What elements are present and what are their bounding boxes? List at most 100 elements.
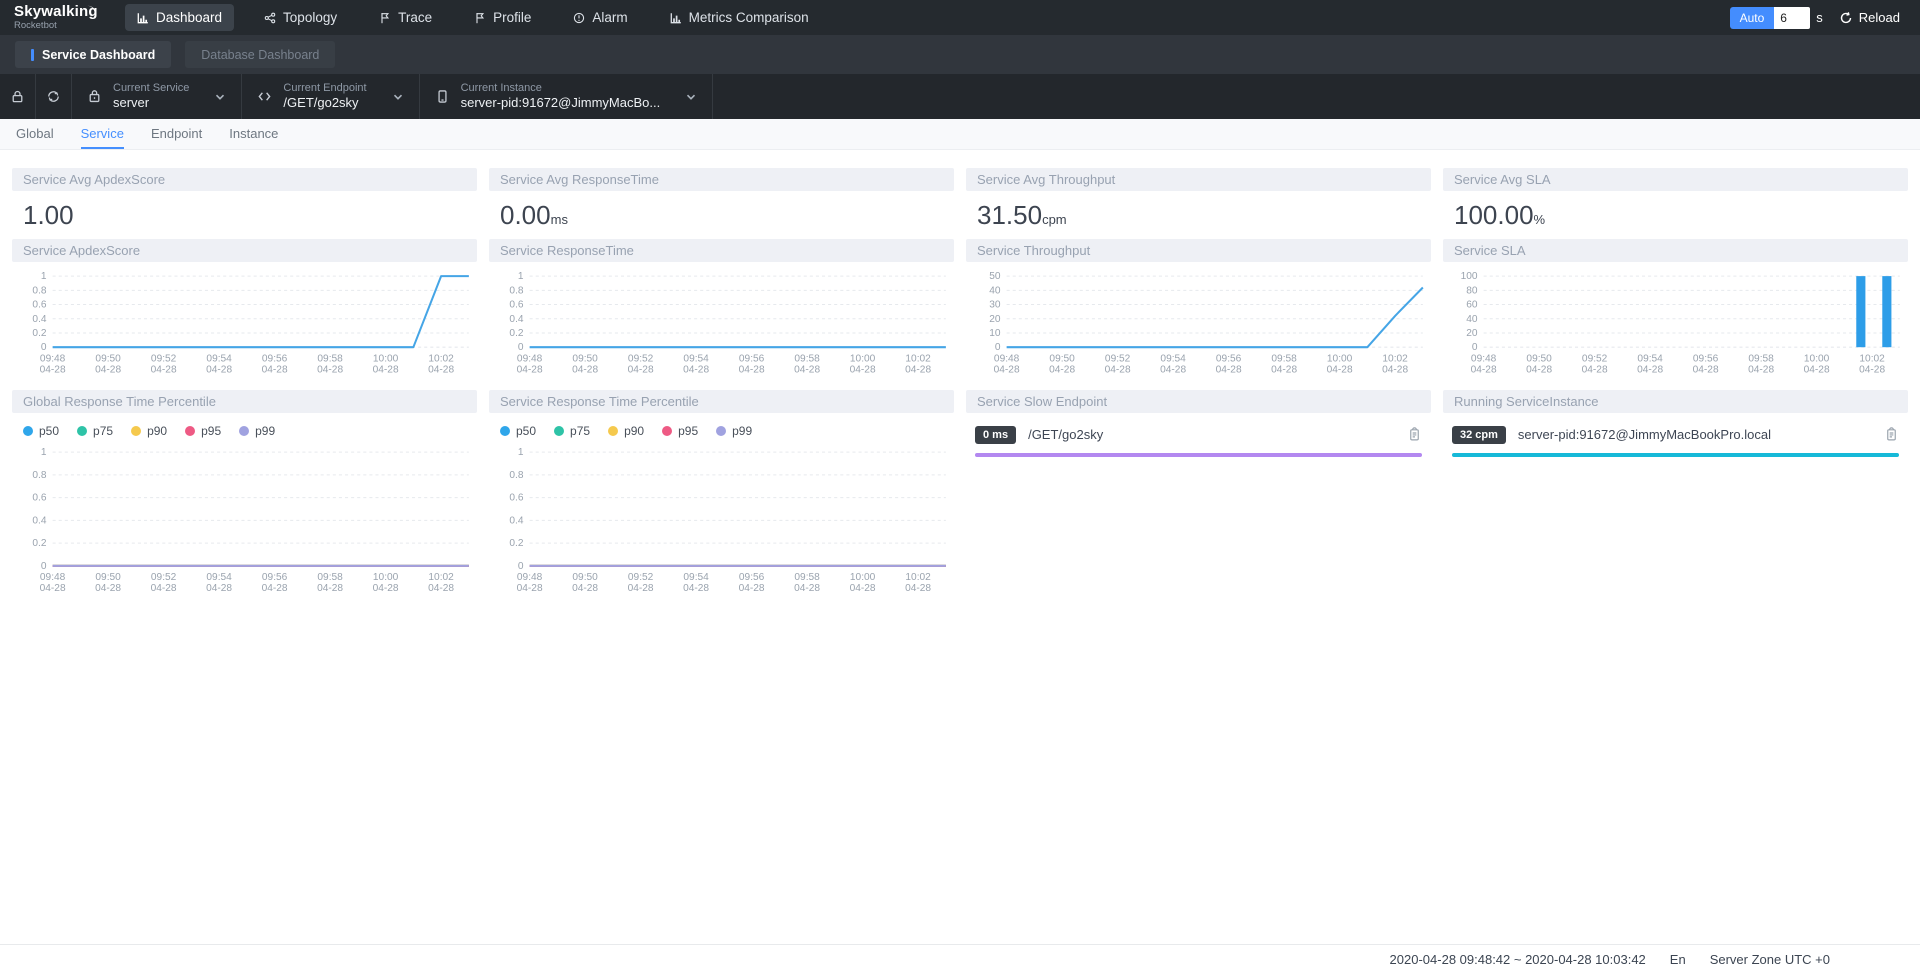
svg-text:09:4804-28: 09:4804-28 <box>994 353 1020 375</box>
svg-text:10:0004-28: 10:0004-28 <box>1327 353 1353 375</box>
percentile-legend: p50 p75 p90 p95 p99 <box>489 413 954 438</box>
selector-dropdown[interactable]: Current Instance server-pid:91672@JimmyM… <box>420 74 714 119</box>
stat-card-value: 1.00 <box>12 191 477 233</box>
svg-text:09:5604-28: 09:5604-28 <box>739 572 765 594</box>
language-selector[interactable]: En <box>1670 952 1686 967</box>
brand-logo[interactable]: Skywalking Rocketbot <box>0 4 112 31</box>
svg-text:0.2: 0.2 <box>509 328 523 339</box>
scope-tab[interactable]: Global <box>16 126 54 149</box>
svg-text:09:5804-28: 09:5804-28 <box>794 572 820 594</box>
svg-text:0: 0 <box>518 561 524 572</box>
legend-item[interactable]: p50 <box>500 424 536 438</box>
stat-card-unit: cpm <box>1042 212 1067 227</box>
svg-text:09:5004-28: 09:5004-28 <box>572 353 598 375</box>
copy-icon[interactable] <box>1407 427 1422 442</box>
legend-label: p95 <box>201 424 221 438</box>
svg-text:10:0204-28: 10:0204-28 <box>1382 353 1408 375</box>
svg-text:09:5004-28: 09:5004-28 <box>1049 353 1075 375</box>
footer: 2020-04-28 09:48:42 ~ 2020-04-28 10:03:4… <box>0 944 1920 974</box>
toolbar-icon-button[interactable] <box>0 74 36 119</box>
svg-text:09:4804-28: 09:4804-28 <box>40 572 66 594</box>
nav-item[interactable]: Profile <box>462 4 543 31</box>
legend-item[interactable]: p95 <box>662 424 698 438</box>
scope-tab[interactable]: Endpoint <box>151 126 202 149</box>
legend-item[interactable]: p75 <box>77 424 113 438</box>
toolbar-icon-button[interactable] <box>36 74 72 119</box>
nav-item[interactable]: Topology <box>252 4 349 31</box>
svg-text:09:5804-28: 09:5804-28 <box>1748 353 1774 375</box>
svg-text:09:5404-28: 09:5404-28 <box>1160 353 1186 375</box>
legend-item[interactable]: p50 <box>23 424 59 438</box>
chevron-down-icon <box>685 91 697 103</box>
svg-text:0: 0 <box>518 342 524 353</box>
auto-refresh-button[interactable]: Auto <box>1730 7 1775 29</box>
svg-text:09:5404-28: 09:5404-28 <box>206 353 232 375</box>
brand-subtitle: Rocketbot <box>14 21 112 31</box>
legend-item[interactable]: p99 <box>239 424 275 438</box>
legend-dot <box>554 426 564 436</box>
scope-tab[interactable]: Instance <box>229 126 278 149</box>
legend-item[interactable]: p95 <box>185 424 221 438</box>
legend-item[interactable]: p99 <box>716 424 752 438</box>
stat-card-title: Service Avg ResponseTime <box>489 168 954 191</box>
reload-button[interactable]: Reload <box>1833 9 1906 26</box>
chart-title: Service SLA <box>1443 239 1908 262</box>
scope-tab-bar: Global Service Endpoint Instance <box>0 119 1920 150</box>
charts-row: Service ApdexScore 00.20.40.60.8109:4804… <box>0 239 1920 382</box>
svg-text:0.6: 0.6 <box>32 492 46 503</box>
svg-text:0.8: 0.8 <box>32 285 46 296</box>
stat-card-value: 0.00ms <box>489 191 954 233</box>
svg-text:0.2: 0.2 <box>32 328 46 339</box>
nav-item[interactable]: Alarm <box>561 4 639 31</box>
svg-text:10:0204-28: 10:0204-28 <box>905 572 931 594</box>
brand-title: Skywalking <box>14 4 112 19</box>
slow-endpoint-panel: Service Slow Endpoint 0 ms /GET/go2sky <box>966 390 1431 608</box>
time-range-label: 2020-04-28 09:48:42 ~ 2020-04-28 10:03:4… <box>1390 952 1646 967</box>
brand-swoosh-icon <box>86 5 97 19</box>
stat-card-title: Service Avg SLA <box>1443 168 1908 191</box>
selector-dropdown[interactable]: Current Service server <box>72 74 242 119</box>
nav-item-label: Topology <box>283 10 337 25</box>
svg-text:10:0004-28: 10:0004-28 <box>373 572 399 594</box>
nav-item[interactable]: Trace <box>367 4 444 31</box>
selector-value: server-pid:91672@JimmyMacBo... <box>461 95 661 111</box>
reload-label: Reload <box>1859 10 1900 25</box>
svg-text:0.6: 0.6 <box>509 492 523 503</box>
nav-item[interactable]: Metrics Comparison <box>658 4 821 31</box>
stat-card-unit: ms <box>551 212 568 227</box>
legend-label: p75 <box>570 424 590 438</box>
dashboard-tab-label: Service Dashboard <box>42 48 155 62</box>
nav-item[interactable]: Dashboard <box>125 4 234 31</box>
panel-title: Running ServiceInstance <box>1443 390 1908 413</box>
selector-dropdown[interactable]: Current Endpoint /GET/go2sky <box>242 74 419 119</box>
value-badge: 32 cpm <box>1452 426 1506 444</box>
svg-text:1: 1 <box>41 447 47 458</box>
responsetime-chart-panel: Service ResponseTime 00.20.40.60.8109:48… <box>489 239 954 382</box>
legend-label: p50 <box>39 424 59 438</box>
server-zone-control[interactable]: Server Zone UTC +0 <box>1710 952 1830 967</box>
nav-item-label: Dashboard <box>156 10 222 25</box>
nav-item-label: Trace <box>398 10 432 25</box>
scope-tab[interactable]: Service <box>81 126 124 149</box>
svg-text:10:0204-28: 10:0204-28 <box>428 572 454 594</box>
svg-text:09:5604-28: 09:5604-28 <box>1693 353 1719 375</box>
chart-title: Global Response Time Percentile <box>12 390 477 413</box>
refresh-interval-input[interactable] <box>1774 7 1810 29</box>
legend-item[interactable]: p90 <box>608 424 644 438</box>
svg-text:0.4: 0.4 <box>32 515 46 526</box>
legend-item[interactable]: p75 <box>554 424 590 438</box>
copy-icon[interactable] <box>1884 427 1899 442</box>
nav-item-icon <box>264 12 276 24</box>
svg-text:10:0004-28: 10:0004-28 <box>1804 353 1830 375</box>
nav-item-label: Metrics Comparison <box>689 10 809 25</box>
dashboard-tab[interactable]: Service Dashboard <box>15 41 171 68</box>
legend-dot <box>662 426 672 436</box>
legend-dot <box>500 426 510 436</box>
stat-card-unit: % <box>1534 212 1546 227</box>
legend-item[interactable]: p90 <box>131 424 167 438</box>
svg-text:0: 0 <box>41 342 47 353</box>
dashboard-tab[interactable]: Database Dashboard <box>185 41 335 68</box>
svg-text:09:5204-28: 09:5204-28 <box>151 572 177 594</box>
throughput-line-chart: 0102030405009:4804-2809:5004-2809:5204-2… <box>966 268 1431 382</box>
stat-card-title: Service Avg Throughput <box>966 168 1431 191</box>
